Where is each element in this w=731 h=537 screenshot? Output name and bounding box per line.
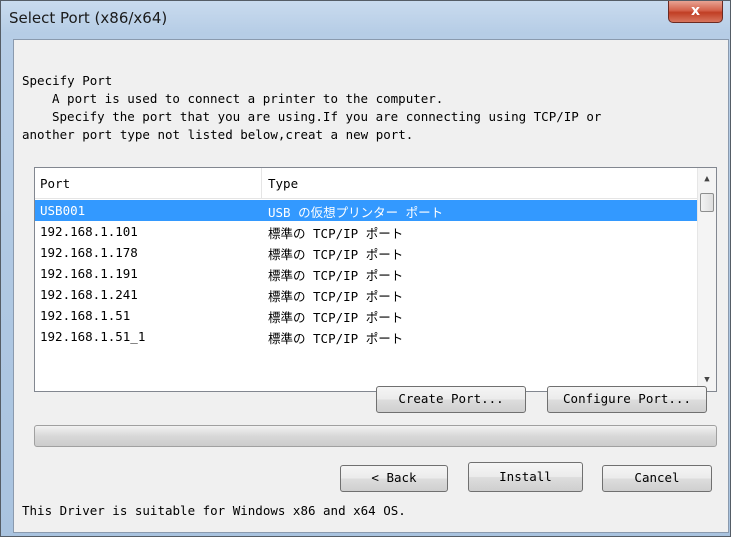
select-port-dialog: Select Port (x86/x64) x Specify Port A p… (0, 0, 731, 537)
intro-line-3: another port type not listed below,creat… (22, 127, 414, 142)
port-type: 標準の TCP/IP ポート (268, 247, 404, 262)
close-button[interactable]: x (668, 1, 723, 23)
column-header-type[interactable]: Type (268, 176, 298, 191)
list-header: Port Type (35, 168, 697, 199)
port-name: 192.168.1.178 (40, 245, 138, 260)
list-item[interactable]: 192.168.1.178 標準の TCP/IP ポート (35, 242, 697, 263)
cancel-button[interactable]: Cancel (602, 465, 712, 492)
list-item[interactable]: 192.168.1.241 標準の TCP/IP ポート (35, 284, 697, 305)
back-button[interactable]: < Back (340, 465, 448, 492)
install-progress-bar (34, 425, 717, 447)
port-name: 192.168.1.51 (40, 308, 131, 323)
column-header-port[interactable]: Port (40, 176, 70, 191)
install-button[interactable]: Install (468, 462, 583, 492)
section-heading: Specify Port (22, 73, 113, 88)
scroll-thumb[interactable] (700, 193, 714, 212)
port-type: 標準の TCP/IP ポート (268, 289, 404, 304)
column-divider[interactable] (261, 168, 262, 198)
port-type: 標準の TCP/IP ポート (268, 310, 404, 325)
intro-line-1: A port is used to connect a printer to t… (52, 91, 444, 106)
create-port-button[interactable]: Create Port... (376, 386, 526, 413)
configure-port-button[interactable]: Configure Port... (547, 386, 707, 413)
port-list[interactable]: Port Type USB001 USB の仮想プリンター ポート 192.168.… (34, 167, 717, 392)
vertical-scrollbar[interactable]: ▲ ▼ (697, 168, 716, 391)
footer-note: This Driver is suitable for Windows x86 … (22, 503, 406, 518)
list-item[interactable]: 192.168.1.191 標準の TCP/IP ポート (35, 263, 697, 284)
port-name: USB001 (40, 203, 86, 218)
port-name: 192.168.1.101 (40, 224, 138, 239)
port-name: 192.168.1.241 (40, 287, 138, 302)
list-item[interactable]: 192.168.1.101 標準の TCP/IP ポート (35, 221, 697, 242)
title-bar[interactable]: Select Port (x86/x64) x (1, 1, 730, 37)
intro-line-2: Specify the port that you are using.If y… (52, 109, 602, 124)
port-type: 標準の TCP/IP ポート (268, 331, 404, 346)
port-type: USB の仮想プリンター ポート (268, 205, 444, 220)
port-type: 標準の TCP/IP ポート (268, 268, 404, 283)
list-item[interactable]: USB001 USB の仮想プリンター ポート (35, 200, 697, 221)
list-rows: USB001 USB の仮想プリンター ポート 192.168.1.101 標準の T… (35, 200, 697, 347)
list-item[interactable]: 192.168.1.51_1 標準の TCP/IP ポート (35, 326, 697, 347)
window-title: Select Port (x86/x64) (9, 9, 168, 27)
port-type: 標準の TCP/IP ポート (268, 226, 404, 241)
port-name: 192.168.1.191 (40, 266, 138, 281)
port-name: 192.168.1.51_1 (40, 329, 146, 344)
scroll-up-icon[interactable]: ▲ (698, 170, 716, 188)
list-item[interactable]: 192.168.1.51 標準の TCP/IP ポート (35, 305, 697, 326)
dialog-body: Specify Port A port is used to connect a… (13, 39, 729, 533)
